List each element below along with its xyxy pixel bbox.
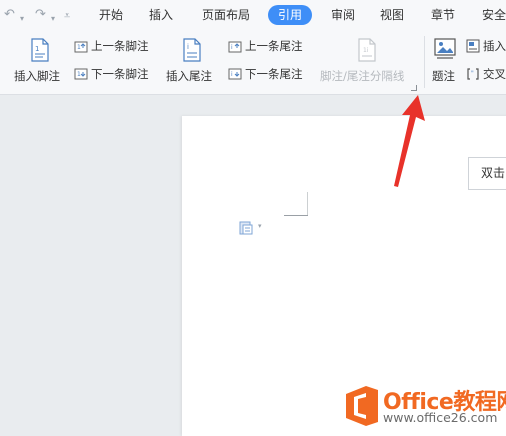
caption-icon: [434, 38, 456, 59]
svg-text:": ": [471, 70, 474, 77]
tab-page-layout[interactable]: 页面布局: [202, 5, 250, 25]
next-endnote-button[interactable]: i 下一条尾注: [228, 66, 303, 82]
next-footnote-icon: 1: [74, 68, 88, 80]
svg-text:i: i: [187, 43, 189, 51]
svg-text:1i: 1i: [363, 47, 369, 54]
insert-endnote-icon: i: [183, 38, 201, 62]
office-logo: [346, 386, 378, 426]
ribbon-separator: [424, 36, 425, 88]
prev-endnote-icon: i: [228, 41, 242, 53]
tab-references[interactable]: 引用: [268, 5, 313, 25]
prev-footnote-icon: 1: [74, 41, 88, 53]
red-annotation-arrow: [394, 95, 425, 187]
prev-footnote-label: 上一条脚注: [91, 39, 149, 53]
dialog-launcher-icon[interactable]: [411, 85, 417, 91]
redo-icon[interactable]: ↷: [35, 7, 46, 23]
undo-icon[interactable]: ↶: [4, 7, 15, 23]
ribbon-toolbar: 1 插入脚注 1 上一条脚注 1 下一条脚注 i 插入尾注 i 上一条尾注 i …: [0, 30, 506, 95]
next-endnote-label: 下一条尾注: [245, 67, 303, 81]
paste-options-icon[interactable]: [238, 220, 254, 236]
tab-security[interactable]: 安全: [482, 5, 506, 25]
customize-icon[interactable]: ⩡: [64, 8, 70, 24]
insert-footnote-label: 插入脚注: [14, 69, 60, 83]
tab-home[interactable]: 开始: [99, 5, 123, 25]
tab-insert[interactable]: 插入: [149, 5, 173, 25]
next-endnote-icon: i: [228, 68, 242, 80]
insert-footnote-icon: 1: [31, 38, 49, 62]
svg-text:1: 1: [35, 45, 39, 53]
separator-line-label: 脚注/尾注分隔线: [320, 69, 405, 83]
tab-chapter[interactable]: 章节: [431, 5, 455, 25]
cross-reference-button[interactable]: " 交叉: [466, 66, 506, 82]
separator-line-icon: 1i: [358, 38, 376, 62]
watermark-url: www.office26.com: [383, 410, 498, 425]
redo-dropdown-icon[interactable]: ▾: [51, 11, 55, 27]
cross-reference-label: 交叉: [483, 67, 506, 81]
tooltip: 双击: [468, 157, 506, 190]
tab-review[interactable]: 审阅: [331, 5, 355, 25]
prev-endnote-button[interactable]: i 上一条尾注: [228, 38, 303, 54]
prev-footnote-button[interactable]: 1 上一条脚注: [74, 38, 149, 54]
prev-endnote-label: 上一条尾注: [245, 39, 303, 53]
insert-figure-table-label: 插入: [483, 39, 506, 53]
menu-bar: ↶ ▾ ↷ ▾ ⩡ 开始 插入 页面布局 引用 审阅 视图 章节 安全: [0, 0, 506, 30]
insert-figure-table-button[interactable]: 插入: [466, 38, 506, 54]
cross-reference-icon: ": [467, 68, 479, 80]
svg-text:1: 1: [77, 44, 81, 51]
insert-figure-table-icon: [466, 39, 480, 53]
next-footnote-button[interactable]: 1 下一条脚注: [74, 66, 149, 82]
next-footnote-label: 下一条脚注: [91, 67, 149, 81]
tab-view[interactable]: 视图: [380, 5, 404, 25]
paste-options-dropdown-icon[interactable]: ▾: [258, 222, 262, 230]
undo-dropdown-icon[interactable]: ▾: [20, 11, 24, 27]
svg-text:1: 1: [77, 71, 81, 78]
caption-label: 题注: [432, 69, 455, 83]
margin-corner-mark: [284, 192, 308, 216]
insert-endnote-label: 插入尾注: [166, 69, 212, 83]
